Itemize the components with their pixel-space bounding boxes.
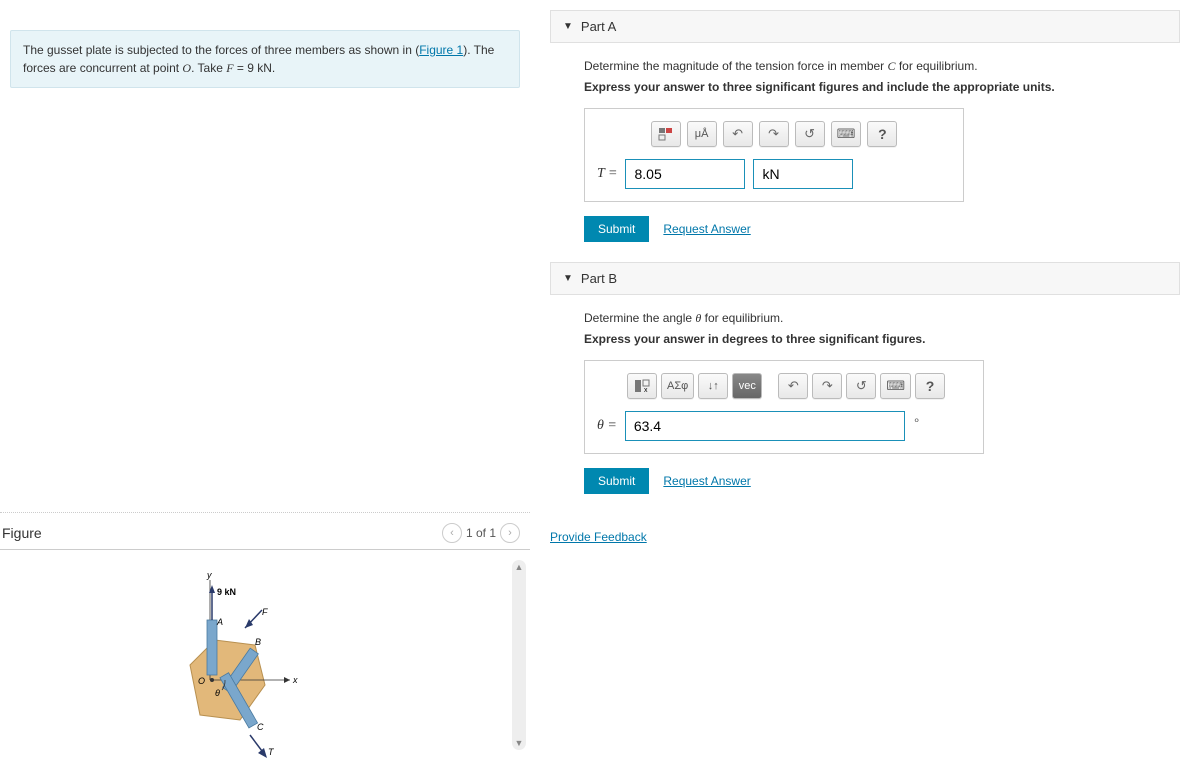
problem-text1: The gusset plate is subjected to the for…	[23, 43, 419, 57]
redo-icon[interactable]: ↷	[759, 121, 789, 147]
reset-icon[interactable]: ↺	[846, 373, 876, 399]
svg-text:B: B	[255, 637, 261, 647]
part-b-answer-box: x ΑΣφ ↓↑ vec ↶ ↷ ↺ ⌨ ? θ = ∘	[584, 360, 984, 454]
part-a-format: Express your answer to three significant…	[584, 80, 1180, 94]
svg-text:F: F	[262, 607, 268, 617]
part-a-answer-box: μÅ ↶ ↷ ↺ ⌨ ? T =	[584, 108, 964, 202]
part-a-header[interactable]: ▼ Part A	[550, 10, 1180, 43]
svg-text:9 kN: 9 kN	[217, 587, 236, 597]
keyboard-icon[interactable]: ⌨	[880, 373, 911, 399]
svg-text:A: A	[216, 617, 223, 627]
part-a-request-answer-link[interactable]: Request Answer	[663, 222, 750, 236]
caret-down-icon: ▼	[563, 21, 573, 32]
problem-statement: The gusset plate is subjected to the for…	[10, 30, 520, 88]
degree-unit-label: ∘	[913, 413, 921, 427]
svg-text:x: x	[292, 675, 298, 685]
svg-text:x: x	[644, 387, 648, 393]
figure-title: Figure	[0, 525, 42, 541]
templates-tool-icon[interactable]: x	[627, 373, 657, 399]
part-a-instruction: Determine the magnitude of the tension f…	[584, 59, 1180, 74]
svg-text:θ: θ	[215, 688, 220, 698]
part-a-unit-input[interactable]	[753, 159, 853, 189]
greek-tool[interactable]: ΑΣφ	[661, 373, 694, 399]
scroll-up-icon[interactable]: ▲	[515, 562, 524, 572]
svg-text:y: y	[206, 570, 212, 580]
part-b-title: Part B	[581, 271, 617, 286]
eq-val: = 9 kN.	[234, 61, 276, 75]
undo-icon[interactable]: ↶	[723, 121, 753, 147]
svg-text:O: O	[198, 676, 205, 686]
part-a-value-input[interactable]	[625, 159, 745, 189]
svg-text:C: C	[257, 722, 264, 732]
keyboard-icon[interactable]: ⌨	[831, 121, 862, 147]
part-b-format: Express your answer in degrees to three …	[584, 332, 1180, 346]
part-b-submit-button[interactable]: Submit	[584, 468, 649, 494]
reset-icon[interactable]: ↺	[795, 121, 825, 147]
eq-var: F	[226, 61, 233, 75]
caret-down-icon: ▼	[563, 273, 573, 284]
figure-page-count: 1 of 1	[466, 526, 496, 540]
part-b-var-label: θ =	[597, 418, 617, 434]
part-b-header[interactable]: ▼ Part B	[550, 262, 1180, 295]
arrows-tool[interactable]: ↓↑	[698, 373, 728, 399]
part-b-value-input[interactable]	[625, 411, 905, 441]
figure-scrollbar[interactable]: ▲ ▼	[512, 560, 526, 750]
problem-text3: . Take	[191, 61, 226, 75]
vec-tool[interactable]: vec	[732, 373, 762, 399]
part-a-var-label: T =	[597, 166, 617, 182]
figure-link[interactable]: Figure 1	[419, 43, 463, 57]
figure-next-button[interactable]: ›	[500, 523, 520, 543]
templates-tool-icon[interactable]	[651, 121, 681, 147]
part-b-request-answer-link[interactable]: Request Answer	[663, 474, 750, 488]
redo-icon[interactable]: ↷	[812, 373, 842, 399]
figure-prev-button[interactable]: ‹	[442, 523, 462, 543]
provide-feedback-link[interactable]: Provide Feedback	[550, 530, 647, 544]
svg-text:T: T	[268, 747, 275, 757]
figure-section: Figure ‹ 1 of 1 › x y	[0, 512, 530, 760]
part-a-title: Part A	[581, 19, 616, 34]
part-b-instruction: Determine the angle θ for equilibrium.	[584, 311, 1180, 326]
undo-icon[interactable]: ↶	[778, 373, 808, 399]
help-button[interactable]: ?	[867, 121, 897, 147]
help-button[interactable]: ?	[915, 373, 945, 399]
part-a-submit-button[interactable]: Submit	[584, 216, 649, 242]
figure-pagination: ‹ 1 of 1 ›	[442, 523, 520, 543]
units-tool[interactable]: μÅ	[687, 121, 717, 147]
scroll-down-icon[interactable]: ▼	[515, 738, 524, 748]
figure-diagram: x y 9 kN A F B C T	[150, 570, 330, 760]
point-o: O	[182, 61, 191, 75]
